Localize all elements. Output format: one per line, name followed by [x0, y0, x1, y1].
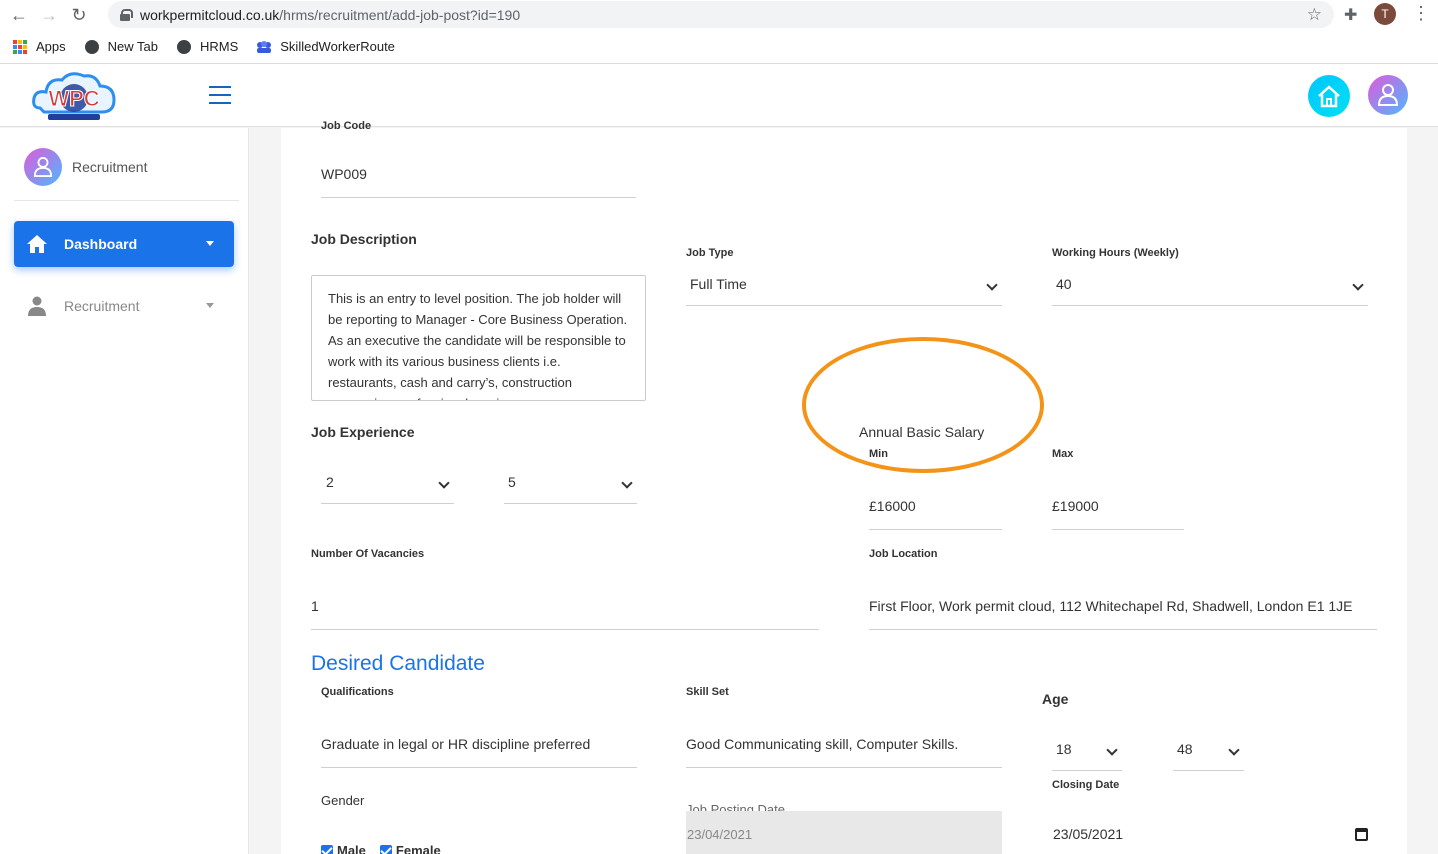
- lock-icon: [120, 8, 133, 21]
- user-profile-icon[interactable]: [1368, 75, 1408, 115]
- url-path: /hrms/recruitment/add-job-post?id=190: [279, 6, 521, 23]
- qualifications-field[interactable]: Graduate in legal or HR discipline prefe…: [321, 736, 637, 768]
- bookmark-label: HRMS: [199, 39, 239, 54]
- bookmark-new-tab[interactable]: New Tab: [84, 39, 158, 55]
- vacancies-label: Number Of Vacancies: [311, 548, 425, 560]
- posting-date-value: 23/04/2021: [687, 827, 753, 842]
- bookmark-hrms[interactable]: HRMS: [176, 39, 238, 55]
- job-type-label: Job Type: [686, 247, 734, 259]
- apps-grid-icon: [12, 39, 28, 55]
- chevron-down-icon: [1228, 744, 1240, 756]
- wpc-logo[interactable]: WPC: [30, 68, 118, 124]
- forward-icon[interactable]: →: [38, 4, 60, 26]
- bookmark-star-icon[interactable]: ☆: [1307, 5, 1322, 25]
- job-description-label: Job Description: [311, 231, 417, 247]
- sidebar-item-label: Recruitment: [64, 298, 140, 314]
- salary-max-field[interactable]: £19000: [1052, 498, 1184, 530]
- qualifications-label: Qualifications: [321, 686, 394, 698]
- gender-options: Male Female: [321, 843, 441, 854]
- working-hours-select[interactable]: 40: [1052, 275, 1368, 306]
- job-experience-label: Job Experience: [311, 424, 415, 440]
- globe-icon: [176, 39, 192, 55]
- experience-max-value: 5: [508, 474, 516, 490]
- sidebar: Recruitment Dashboard Recruitment: [0, 128, 249, 854]
- svg-text:WPC: WPC: [48, 86, 99, 111]
- experience-min-select[interactable]: 2: [321, 473, 454, 504]
- reload-icon[interactable]: ↻: [68, 4, 90, 26]
- working-hours-value: 40: [1056, 276, 1072, 292]
- bookmark-label: SkilledWorkerRoute: [280, 39, 395, 54]
- closing-date-field[interactable]: 23/05/2021: [1052, 826, 1368, 846]
- sidebar-item-dashboard[interactable]: Dashboard: [14, 221, 234, 267]
- posting-date-field: 23/04/2021: [686, 811, 1002, 854]
- skill-set-label: Skill Set: [686, 686, 729, 698]
- sidebar-user-label: Recruitment: [72, 159, 148, 175]
- job-code-label: Job Code: [321, 120, 372, 132]
- job-location-label: Job Location: [869, 548, 938, 560]
- age-min-value: 18: [1056, 741, 1072, 757]
- sidebar-item-label: Dashboard: [64, 236, 138, 252]
- bookmarks-bar: Apps New Tab HRMS SkilledWorkerRoute: [0, 30, 1438, 64]
- job-description-textarea[interactable]: This is an entry to level position. The …: [311, 275, 646, 401]
- gender-female-checkbox[interactable]: [379, 844, 392, 854]
- home-icon[interactable]: [1308, 75, 1350, 117]
- app-header: WPC: [0, 64, 1438, 127]
- gender-label: Gender: [321, 793, 365, 808]
- profile-avatar[interactable]: T: [1374, 3, 1396, 25]
- user-avatar-icon: [24, 148, 62, 186]
- job-type-select[interactable]: Full Time: [686, 275, 1002, 306]
- salary-max-label: Max: [1052, 448, 1074, 460]
- age-max-value: 48: [1177, 741, 1193, 757]
- sidebar-user[interactable]: Recruitment: [24, 148, 147, 186]
- job-code-field[interactable]: WP009: [321, 166, 636, 198]
- salary-min-label: Min: [869, 448, 888, 460]
- home-icon: [27, 235, 47, 253]
- skill-set-field[interactable]: Good Communicating skill, Computer Skill…: [686, 736, 1002, 768]
- closing-date-label: Closing Date: [1052, 779, 1120, 791]
- salary-label: Annual Basic Salary: [859, 424, 985, 440]
- bookmark-label: New Tab: [107, 39, 158, 54]
- sidebar-item-recruitment[interactable]: Recruitment: [28, 294, 234, 318]
- gender-female-label: Female: [395, 843, 441, 854]
- extensions-icon[interactable]: ✚: [1344, 5, 1357, 25]
- desired-candidate-heading: Desired Candidate: [311, 652, 485, 675]
- people-icon: [256, 39, 272, 55]
- gender-male-label: Male: [337, 843, 366, 854]
- calendar-icon[interactable]: [1355, 828, 1368, 841]
- menu-toggle-icon[interactable]: [209, 86, 231, 104]
- chevron-down-icon: [1106, 744, 1118, 756]
- salary-min-field[interactable]: £16000: [869, 498, 1002, 530]
- browser-toolbar: ← → ↻ workpermitcloud.co.uk/hrms/recruit…: [0, 0, 1438, 30]
- sidebar-divider: [14, 200, 239, 201]
- chevron-down-icon: [1352, 279, 1364, 291]
- chevron-down-icon: [206, 303, 214, 308]
- bookmark-label: Apps: [36, 39, 66, 54]
- bookmark-skilled-worker-route[interactable]: SkilledWorkerRoute: [256, 39, 395, 55]
- chevron-down-icon: [621, 477, 633, 489]
- experience-min-value: 2: [326, 474, 334, 490]
- browser-menu-icon[interactable]: ⋮: [1412, 3, 1430, 24]
- bookmark-apps[interactable]: Apps: [12, 39, 66, 55]
- chevron-down-icon: [438, 477, 450, 489]
- chevron-down-icon: [206, 241, 214, 246]
- closing-date-value: 23/05/2021: [1053, 826, 1124, 842]
- person-icon: [28, 296, 46, 316]
- job-type-value: Full Time: [690, 276, 747, 292]
- experience-max-select[interactable]: 5: [504, 473, 637, 504]
- age-min-select[interactable]: 18: [1052, 740, 1122, 771]
- working-hours-label: Working Hours (Weekly): [1052, 247, 1179, 259]
- address-bar[interactable]: workpermitcloud.co.uk/hrms/recruitment/a…: [108, 1, 1334, 28]
- chevron-down-icon: [986, 279, 998, 291]
- gender-male-checkbox[interactable]: [321, 844, 333, 854]
- back-icon[interactable]: ←: [8, 4, 30, 26]
- url-host: workpermitcloud.co.uk: [140, 6, 280, 23]
- vacancies-field[interactable]: 1: [311, 598, 819, 630]
- globe-icon: [84, 39, 100, 55]
- age-max-select[interactable]: 48: [1173, 740, 1244, 771]
- job-location-field[interactable]: First Floor, Work permit cloud, 112 Whit…: [869, 598, 1377, 630]
- age-label: Age: [1042, 691, 1069, 707]
- job-post-form: Job Code WP009 Job Description This is a…: [281, 120, 1407, 854]
